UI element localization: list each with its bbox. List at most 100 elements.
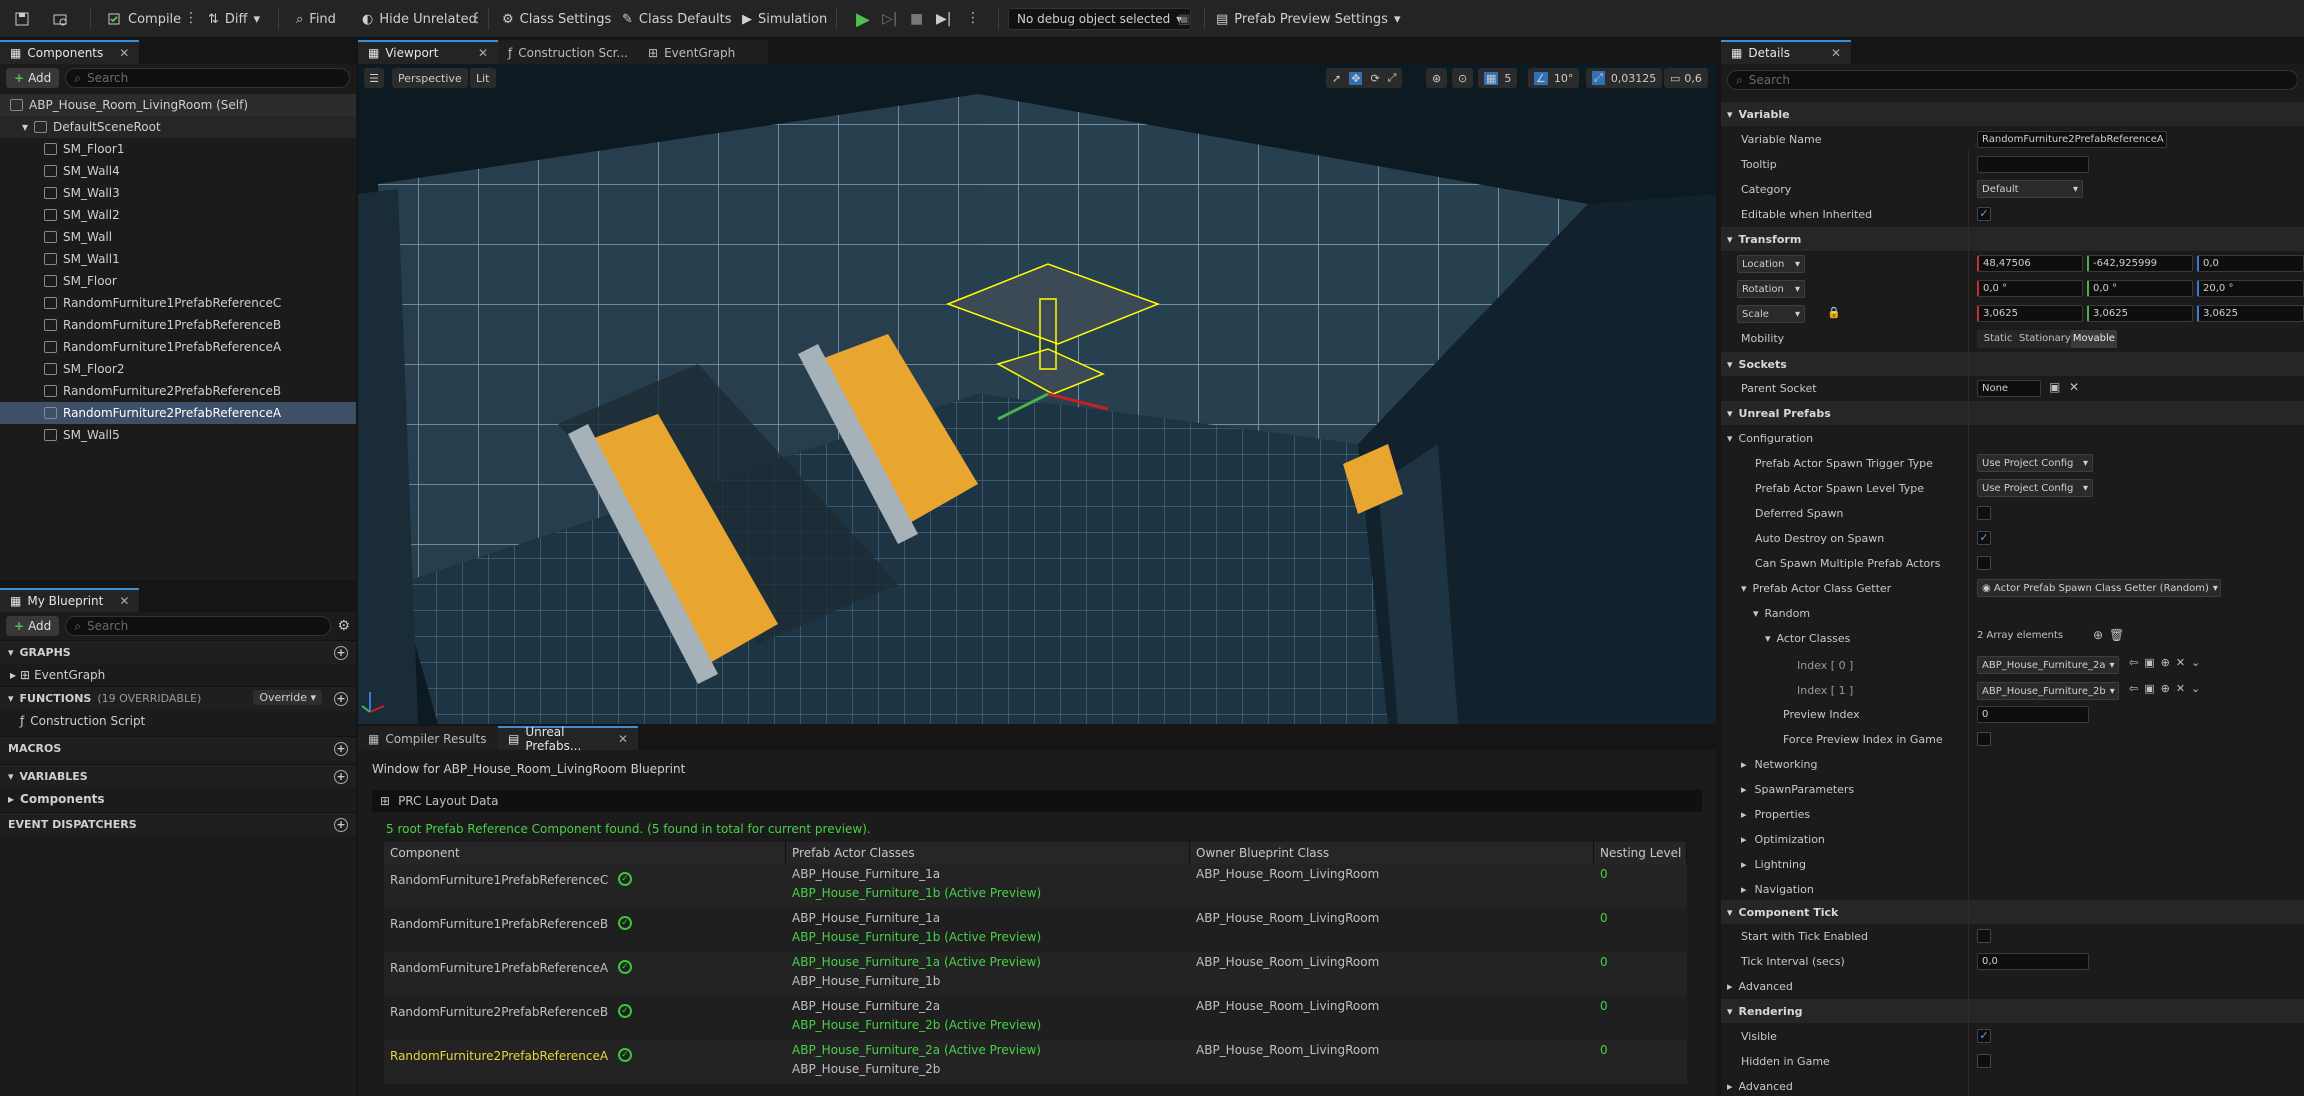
col-prefab-classes[interactable]: Prefab Actor Classes [786,842,1190,864]
lit-button[interactable]: Lit [470,68,496,88]
browse-icon[interactable] [52,6,68,32]
add-macro-icon[interactable]: + [334,741,348,756]
configuration-row[interactable]: ▾ Configuration [1721,426,2118,451]
add-function-icon[interactable]: + [334,691,348,706]
close-icon[interactable]: ✕ [119,46,129,60]
category-dropdown[interactable]: Default ▾ [1977,180,2083,198]
details-search-input[interactable]: ⌕ Search [1727,70,2298,90]
scale-snap-toggle[interactable]: ⤢ 0,03125 [1586,68,1663,88]
category-component-tick[interactable]: ▾ Component Tick [1721,900,2304,924]
tab-event-graph[interactable]: ⊞ EventGraph [638,40,768,64]
compile-options-icon[interactable]: ⋮ [184,10,198,26]
rotation-x-field[interactable]: 0,0 ° [1977,280,2083,297]
stop-icon[interactable]: ■ [910,6,923,32]
add-dispatcher-icon[interactable]: + [334,817,348,832]
simulation-button[interactable]: ▶ Simulation [742,6,827,32]
location-y-field[interactable]: -642,925999 [2087,255,2193,272]
tooltip-field[interactable] [1977,156,2089,173]
index1-dropdown[interactable]: ABP_House_Furniture_2b ▾ [1977,682,2119,700]
find-button[interactable]: ⌕ Find [296,6,336,32]
play-icon[interactable]: ▶ [856,6,870,32]
tab-compiler-results[interactable]: ▦ Compiler Results [358,726,498,750]
component-item[interactable]: SM_Floor2 [0,358,356,380]
add-component-button[interactable]: + Add [6,68,60,88]
visible-checkbox[interactable]: ✓ [1977,1029,1991,1043]
close-icon[interactable]: ✕ [618,732,628,746]
close-icon[interactable]: ✕ [119,594,129,608]
hide-unrelated-button[interactable]: ◐ Hide Unrelated [362,6,477,32]
components-search-input[interactable]: ⌕ Search [65,68,350,88]
table-row[interactable]: RandomFurniture1PrefabReferenceC ✓ ABP_Hou… [384,864,1687,908]
rotation-y-field[interactable]: 0,0 ° [2087,280,2193,297]
component-item[interactable]: SM_Wall [0,226,356,248]
rotation-snap-toggle[interactable]: ∠ 10° [1528,68,1580,88]
trash-icon[interactable]: 🗑 [2109,628,2124,642]
add-variable-icon[interactable]: + [334,769,348,784]
collapsed-category[interactable]: ▸ Optimization [1721,827,2118,852]
index1-actions-icon[interactable]: ⇦▣⊕✕⌄ [2129,682,2206,695]
override-dropdown[interactable]: Override ▾ [253,690,322,705]
functions-section[interactable]: ▾ FUNCTIONS (19 OVERRIDABLE) Override ▾ + [0,686,356,710]
level-type-dropdown[interactable]: Use Project Config ▾ [1977,479,2093,497]
mobility-stationary[interactable]: Stationary [2019,330,2071,348]
component-scene-root[interactable]: ▾ DefaultSceneRoot [0,116,356,138]
play-options-icon[interactable]: ⋮ [966,10,980,26]
mobility-movable[interactable]: Movable [2070,330,2117,348]
component-item[interactable]: RandomFurniture2PrefabReferenceA [0,402,356,424]
component-item[interactable]: RandomFurniture1PrefabReferenceB [0,314,356,336]
step-icon[interactable]: ▷| [882,6,897,32]
category-variable[interactable]: ▾ Variable [1721,102,2304,126]
component-item[interactable]: SM_Wall4 [0,160,356,182]
location-dropdown[interactable]: Location ▾ [1737,255,1805,273]
component-item[interactable]: SM_Wall1 [0,248,356,270]
collapsed-category[interactable]: ▸ Properties [1721,802,2118,827]
component-item[interactable]: SM_Floor1 [0,138,356,160]
component-item[interactable]: RandomFurniture2PrefabReferenceB [0,380,356,402]
advanced-rendering-row[interactable]: ▸ Advanced [1721,1074,2118,1096]
collapsed-category[interactable]: ▸ Lightning [1721,852,2118,877]
grid-snap-toggle[interactable]: ▦ 5 [1478,68,1518,88]
tab-components[interactable]: ▦ Components ✕ [0,40,140,64]
class-defaults-button[interactable]: ✎ Class Defaults [622,6,732,32]
col-component[interactable]: Component [384,842,786,864]
rotation-z-field[interactable]: 20,0 ° [2197,280,2304,297]
auto-destroy-checkbox[interactable]: ✓ [1977,531,1991,545]
collapsed-category[interactable]: ▸ Networking [1721,752,2118,777]
table-row[interactable]: RandomFurniture1PrefabReferenceA ✓ ABP_Hou… [384,952,1687,996]
component-item[interactable]: SM_Floor [0,270,356,292]
mobility-static[interactable]: Static [1977,330,2020,348]
deferred-spawn-checkbox[interactable] [1977,506,1991,520]
trigger-type-dropdown[interactable]: Use Project Config ▾ [1977,454,2093,472]
viewport[interactable]: ☰ Perspective Lit ➚ ✥ ⟳ ⤢ ⊛ ⊙ ▦ 5 ∠ 10° ⤢ 0… [358,64,1716,724]
preview-index-field[interactable]: 0 [1977,706,2089,723]
lock-icon[interactable]: 🔒 [1827,306,1841,319]
start-tick-checkbox[interactable] [1977,929,1991,943]
select-tool-icon[interactable]: ➚ [1332,72,1341,85]
can-spawn-multiple-checkbox[interactable] [1977,556,1991,570]
col-nesting[interactable]: Nesting Level [1594,842,1687,864]
camera-speed-button[interactable]: ▭ 0,6 [1664,68,1708,88]
collapsed-category[interactable]: ▸ Navigation [1721,877,2118,902]
add-blueprint-item-button[interactable]: + Add [6,616,60,636]
debug-browse-icon[interactable]: ▣ [1178,6,1190,32]
variable-name-field[interactable]: RandomFurniture2PrefabReferenceA [1977,131,2167,148]
construction-script-item[interactable]: ƒ Construction Script [0,710,356,732]
eject-icon[interactable]: ▶| [936,6,951,32]
table-row[interactable]: RandomFurniture1PrefabReferenceB ✓ ABP_Hou… [384,908,1687,952]
scale-x-field[interactable]: 3,0625 [1977,305,2083,322]
event-graph-item[interactable]: ▸ ⊞ EventGraph [0,664,356,686]
graphs-section[interactable]: ▾ GRAPHS + [0,640,356,664]
diff-button[interactable]: ⇅ Diff ▾ [208,6,260,32]
category-unreal-prefabs[interactable]: ▾ Unreal Prefabs [1721,401,2304,425]
macros-section[interactable]: MACROS + [0,736,356,760]
event-dispatchers-section[interactable]: EVENT DISPATCHERS + [0,812,356,836]
component-item[interactable]: RandomFurniture1PrefabReferenceC [0,292,356,314]
tab-my-blueprint[interactable]: ▦ My Blueprint ✕ [0,588,140,612]
close-icon[interactable]: ✕ [478,46,488,60]
variables-components-item[interactable]: ▸ Components [0,788,356,810]
component-item[interactable]: SM_Wall2 [0,204,356,226]
class-getter-dropdown[interactable]: ◉ Actor Prefab Spawn Class Getter (Rando… [1977,579,2221,597]
hide-options-icon[interactable]: ⋮ [470,10,484,26]
advanced-row[interactable]: ▸ Advanced [1721,974,2118,999]
col-owner[interactable]: Owner Blueprint Class [1190,842,1594,864]
